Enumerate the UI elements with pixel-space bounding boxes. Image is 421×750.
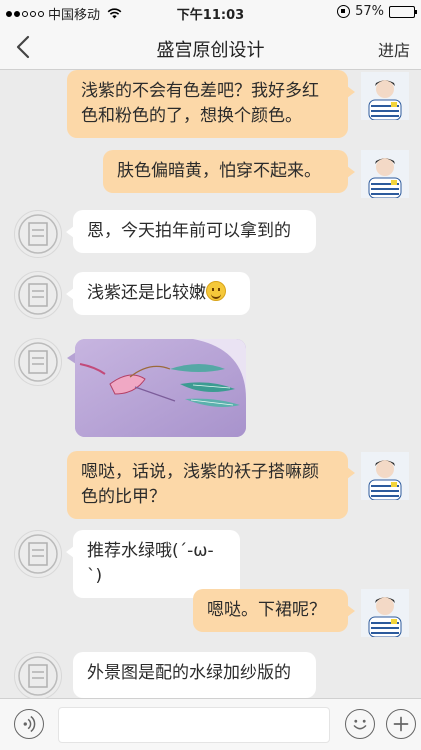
shop-avatar[interactable]	[14, 338, 62, 386]
message-text: 推荐水绿哦(´-ω-`)	[87, 541, 214, 586]
message-text: 浅紫的不会有色差吧？我好多红	[81, 81, 319, 101]
incoming-message[interactable]: 恩，今天拍年前可以拿到的	[66, 210, 316, 253]
shop-avatar[interactable]	[14, 210, 62, 258]
outgoing-message[interactable]: 嗯哒，话说，浅紫的袄子搭嘛颜 色的比甲？	[67, 451, 355, 519]
message-text: 嗯哒，话说，浅紫的袄子搭嘛颜	[81, 462, 319, 482]
user-avatar[interactable]	[361, 589, 409, 637]
shop-avatar[interactable]	[14, 652, 62, 700]
incoming-message[interactable]: 推荐水绿哦(´-ω-`)	[66, 530, 240, 598]
voice-icon[interactable]	[14, 709, 44, 739]
message-text: 外景图是配的水绿加纱版的	[87, 663, 291, 683]
user-avatar[interactable]	[361, 452, 409, 500]
nav-bar: 盛宫原创设计 进店	[0, 24, 421, 70]
outgoing-message[interactable]: 浅紫的不会有色差吧？我好多红 色和粉色的了，想换个颜色。	[67, 70, 355, 138]
incoming-message[interactable]: 浅紫还是比较嫩	[66, 272, 250, 315]
message-text: 色的比甲？	[81, 487, 166, 507]
smiling-face-icon	[206, 281, 226, 301]
user-avatar[interactable]	[361, 72, 409, 120]
chat-title: 盛宫原创设计	[156, 40, 265, 61]
shop-avatar[interactable]	[14, 530, 62, 578]
message-text: 恩，今天拍年前可以拿到的	[87, 221, 291, 241]
message-text: 嗯哒。下裙呢？	[207, 600, 326, 620]
smiley-icon[interactable]	[345, 709, 375, 739]
incoming-message[interactable]: 外景图是配的水绿加纱版的	[73, 652, 316, 698]
input-bar	[0, 698, 421, 750]
plus-icon[interactable]	[386, 709, 416, 739]
message-text: 色和粉色的了，想换个颜色。	[81, 106, 302, 126]
outgoing-message[interactable]: 肤色偏暗黄，怕穿不起来。	[103, 150, 355, 193]
outgoing-message[interactable]: 嗯哒。下裙呢？	[193, 589, 355, 632]
rotation-lock-icon	[337, 5, 351, 18]
message-text: 浅紫还是比较嫩	[87, 283, 206, 303]
shop-avatar[interactable]	[14, 271, 62, 319]
user-avatar[interactable]	[361, 150, 409, 198]
embroidered-fabric-photo[interactable]	[75, 339, 246, 437]
battery-icon	[389, 5, 417, 18]
battery-percent: 57%	[355, 4, 384, 19]
status-bar: 中国移动 下午11:03 57%	[0, 0, 421, 24]
enter-shop-button[interactable]: 进店	[378, 37, 410, 61]
message-input[interactable]	[58, 707, 330, 743]
message-text: 肤色偏暗黄，怕穿不起来。	[117, 161, 321, 181]
